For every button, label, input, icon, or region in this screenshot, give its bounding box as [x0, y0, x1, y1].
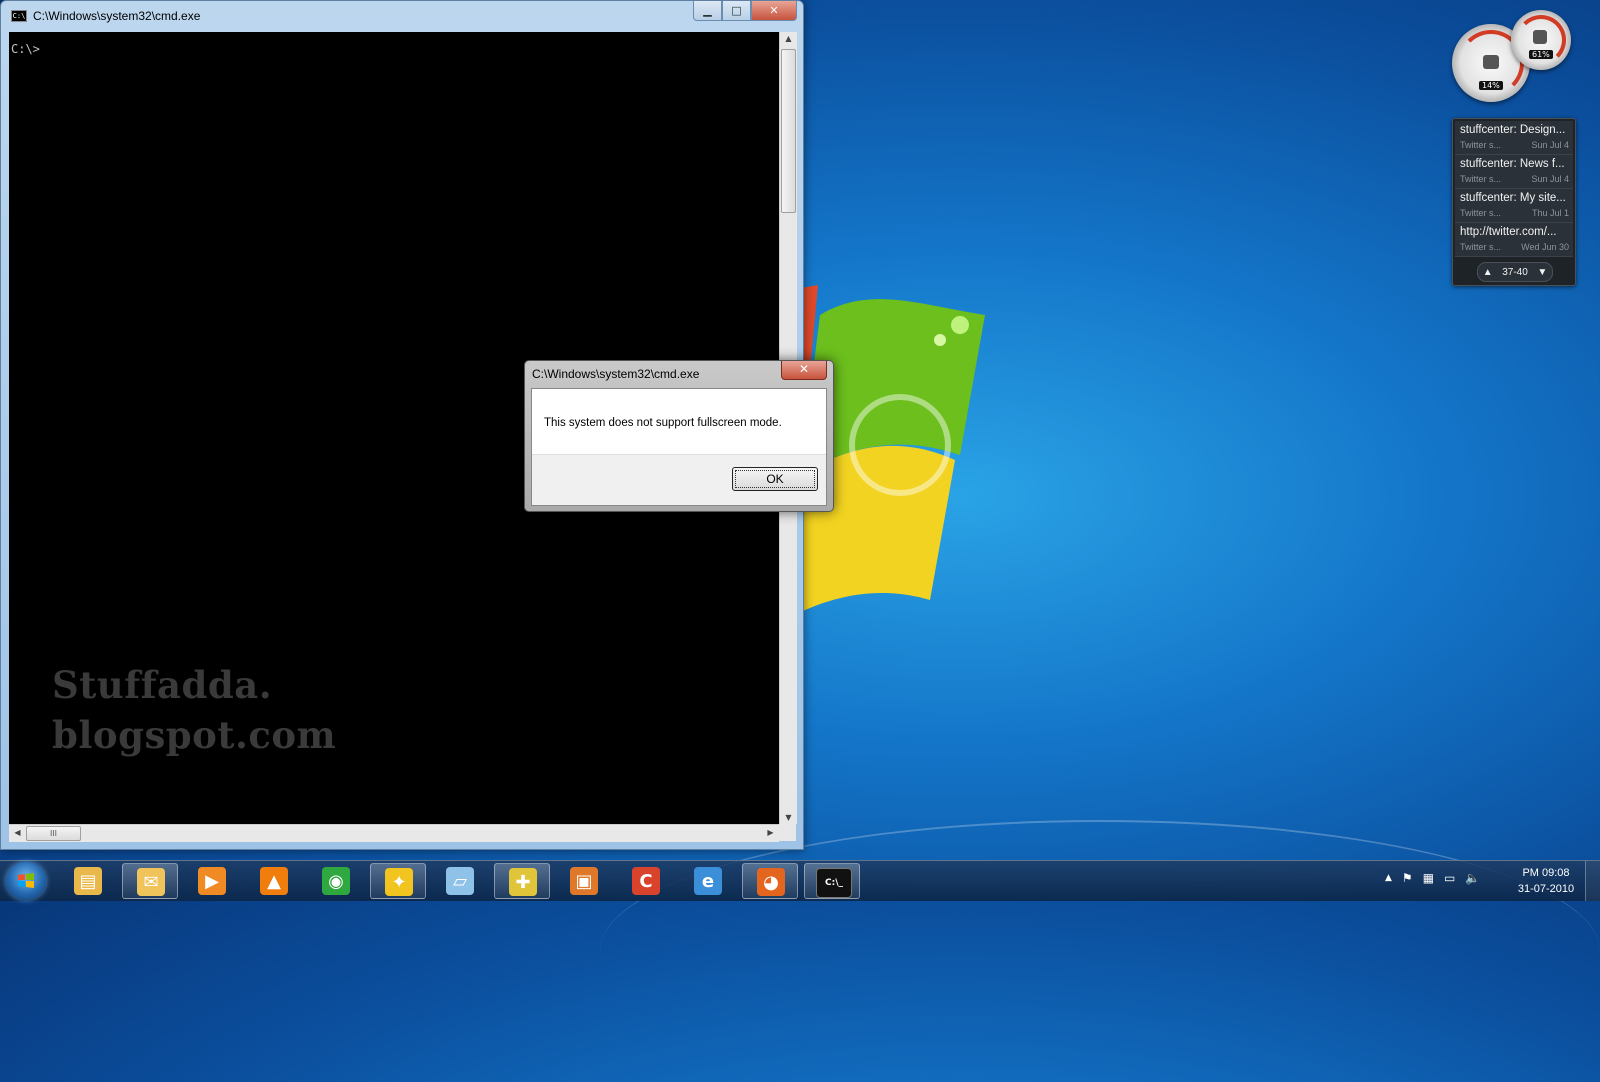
scroll-down-arrow-icon[interactable]: ▼ [780, 813, 797, 822]
maximize-button[interactable]: □ [722, 1, 751, 21]
tweet-item[interactable]: stuffcenter: Design... Twitter s... Sun … [1455, 121, 1573, 155]
tweet-date: Wed Jun 30 [1521, 242, 1569, 252]
tweet-title: stuffcenter: News f... [1460, 158, 1565, 170]
taskbar: ▤ ✉ ▶ ▲ ◉ ✦ ▱ ✚ ▣ Ce ◕ C:\_ ▲ ⚑ ▦ ▭ 🔈 PM 09:08 31-0… [0, 860, 1600, 901]
dialog-title: C:\Windows\system32\cmd.exe [532, 367, 700, 381]
watermark: Stuffadda. blogspot.com [52, 660, 336, 760]
ok-button[interactable]: OK [732, 467, 818, 491]
windows-logo-icon [18, 873, 34, 888]
virtual-pc-icon: ▣ [570, 867, 598, 895]
taskbar-cmd-button[interactable]: C:\_ [804, 863, 860, 899]
cmd-title: C:\Windows\system32\cmd.exe [33, 9, 201, 23]
twitter-pager: ▲ 37-40 ▼ [1477, 262, 1553, 282]
app-green-icon: ◉ [322, 867, 350, 895]
tweet-source: Twitter s... [1460, 174, 1502, 184]
tweet-date: Sun Jul 4 [1531, 174, 1569, 184]
window-controls: ▁ □ ✕ [693, 1, 797, 21]
tweet-title: stuffcenter: Design... [1460, 124, 1566, 136]
dialog-body: This system does not support fullscreen … [531, 388, 827, 506]
vlc-icon: ▲ [260, 867, 288, 895]
cmd-icon: C:\_ [816, 868, 852, 898]
taskbar-vlc-button[interactable]: ▲ [246, 863, 302, 899]
clock-date: 31-07-2010 [1517, 883, 1575, 895]
volume-icon[interactable]: 🔈 [1465, 871, 1480, 885]
watermark-line1: Stuffadda. [52, 663, 273, 707]
scroll-right-arrow-icon[interactable]: ▶ [762, 828, 779, 837]
taskbar-virtual-pc-button[interactable]: ▣ [556, 863, 612, 899]
ccleaner-icon: C [632, 867, 660, 895]
network-icon[interactable]: ▭ [1444, 871, 1455, 885]
scroll-up-arrow-icon[interactable]: ▲ [780, 34, 797, 43]
cmd-icon: C:\ [11, 10, 27, 22]
tweet-source: Twitter s... [1460, 242, 1502, 252]
tweet-source: Twitter s... [1460, 208, 1502, 218]
system-tray: ▲ ⚑ ▦ ▭ 🔈 [1385, 871, 1480, 885]
tweet-date: Sun Jul 4 [1531, 140, 1569, 150]
dialog-close-button[interactable]: ✕ [781, 361, 827, 380]
media-player-icon: ▶ [198, 867, 226, 895]
twitter-gadget: stuffcenter: Design... Twitter s... Sun … [1452, 118, 1576, 286]
taskbar-internet-explorer-button[interactable]: e [680, 863, 736, 899]
horizontal-scrollbar[interactable]: ◀ III ▶ [9, 824, 779, 842]
scroll-left-arrow-icon[interactable]: ◀ [9, 828, 26, 837]
start-button[interactable] [6, 862, 46, 900]
tray-app-icon[interactable]: ▦ [1423, 871, 1434, 885]
memory-chip-icon [1533, 30, 1547, 44]
cmd-titlebar[interactable]: C:\ C:\Windows\system32\cmd.exe [1, 1, 803, 31]
tweet-item[interactable]: http://twitter.com/... Twitter s... Wed … [1455, 223, 1573, 257]
watermark-line2: blogspot.com [52, 713, 337, 757]
clock[interactable]: PM 09:08 31-07-2010 [1508, 865, 1584, 897]
taskbar-media-player-button[interactable]: ▶ [184, 863, 240, 899]
close-icon: ✕ [769, 4, 779, 17]
minimize-icon: ▁ [703, 4, 712, 17]
tweet-title: stuffcenter: My site... [1460, 192, 1566, 204]
internet-explorer-icon: e [694, 867, 722, 895]
message-dialog: C:\Windows\system32\cmd.exe ✕ This syste… [524, 360, 834, 512]
explorer-icon: ▤ [74, 867, 102, 895]
page-range: 37-40 [1502, 266, 1528, 278]
cpu-percent: 14% [1479, 81, 1503, 90]
cpu-chip-icon [1483, 55, 1499, 69]
tweet-source: Twitter s... [1460, 140, 1502, 150]
horizontal-scroll-thumb[interactable]: III [26, 826, 81, 841]
dialog-footer: OK [532, 454, 826, 505]
resize-grip[interactable] [779, 824, 796, 841]
close-button[interactable]: ✕ [751, 1, 797, 21]
close-icon: ✕ [798, 362, 810, 376]
tweet-item[interactable]: stuffcenter: My site... Twitter s... Thu… [1455, 189, 1573, 223]
clock-time: PM 09:08 [1522, 867, 1570, 879]
maximize-icon: □ [731, 4, 742, 17]
memory-percent: 61% [1529, 50, 1553, 59]
dialog-message: This system does not support fullscreen … [544, 417, 782, 429]
taskbar-outlook-button[interactable]: ✉ [122, 863, 178, 899]
taskbar-app-plus-button[interactable]: ✚ [494, 863, 550, 899]
vertical-scroll-thumb[interactable] [781, 49, 796, 213]
taskbar-app-book-button[interactable]: ▱ [432, 863, 488, 899]
command-prompt: C:\> [11, 42, 40, 56]
app-book-icon: ▱ [446, 867, 474, 895]
taskbar-ccleaner-button[interactable]: C [618, 863, 674, 899]
page-down-icon[interactable]: ▼ [1537, 267, 1547, 278]
memory-gauge[interactable]: 61% [1511, 10, 1571, 70]
taskbar-app-green-button[interactable]: ◉ [308, 863, 364, 899]
tray-expand-icon[interactable]: ▲ [1385, 873, 1392, 885]
tweet-item[interactable]: stuffcenter: News f... Twitter s... Sun … [1455, 155, 1573, 189]
taskbar-firefox-button[interactable]: ◕ [742, 863, 798, 899]
firefox-icon: ◕ [757, 868, 785, 896]
taskbar-app-yellow-button[interactable]: ✦ [370, 863, 426, 899]
tweet-title: http://twitter.com/... [1460, 226, 1557, 238]
minimize-button[interactable]: ▁ [693, 1, 722, 21]
app-yellow-icon: ✦ [385, 868, 413, 896]
page-up-icon[interactable]: ▲ [1483, 267, 1493, 278]
app-plus-icon: ✚ [509, 868, 537, 896]
action-center-flag-icon[interactable]: ⚑ [1402, 871, 1413, 885]
taskbar-explorer-button[interactable]: ▤ [60, 863, 116, 899]
tweet-date: Thu Jul 1 [1531, 208, 1569, 218]
show-desktop-button[interactable] [1585, 861, 1600, 901]
outlook-icon: ✉ [137, 868, 165, 896]
